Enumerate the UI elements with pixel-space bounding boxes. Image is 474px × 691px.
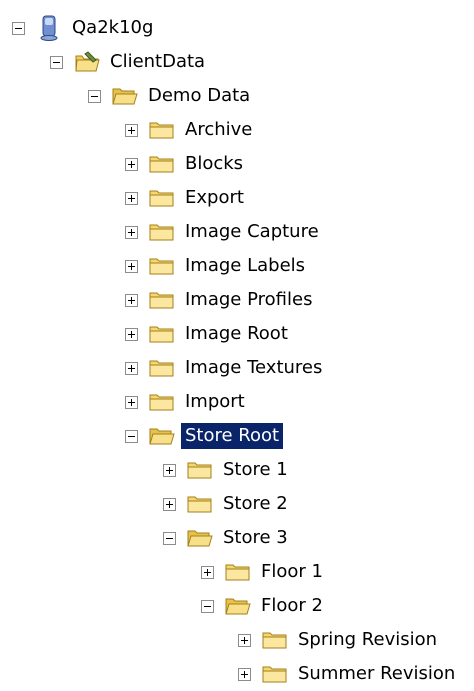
tree-node-label: Store 3 <box>223 527 288 548</box>
tree-node-label: Qa2k10g <box>72 17 154 38</box>
tree-node-archive[interactable]: Archive <box>125 113 256 147</box>
tree-node-image-capture[interactable]: Image Capture <box>125 215 323 249</box>
collapse-toggle-icon[interactable] <box>50 55 63 69</box>
folder-icon <box>149 322 175 346</box>
tree-node-clientdata[interactable]: ClientData <box>50 45 209 79</box>
expand-toggle-icon[interactable] <box>163 497 176 511</box>
tree-node-floor-2[interactable]: Floor 2 <box>201 589 327 623</box>
tree-node-label: ClientData <box>110 51 206 72</box>
folder-icon <box>225 560 251 584</box>
folder-tree: Qa2k10g ClientData Demo Data Archive Blo… <box>0 0 474 688</box>
tree-node-store-root[interactable]: Store Root <box>125 419 284 453</box>
tree-node-store-2[interactable]: Store 2 <box>163 487 292 521</box>
tree-node-summer-revision[interactable]: Summer Revision <box>238 657 459 691</box>
tree-node-label: Image Profiles <box>185 289 313 310</box>
tree-node-label: Image Labels <box>185 255 306 276</box>
tree-node-label: Spring Revision <box>298 629 438 650</box>
collapse-toggle-icon[interactable] <box>12 21 25 35</box>
collapse-toggle-icon[interactable] <box>125 429 138 443</box>
tree-node-label: Store 2 <box>223 493 288 514</box>
tree-node-image-root[interactable]: Image Root <box>125 317 292 351</box>
tree-node-demo-data[interactable]: Demo Data <box>88 79 254 113</box>
collapse-toggle-icon[interactable] <box>88 89 101 103</box>
tree-node-label: Floor 1 <box>261 561 323 582</box>
expand-toggle-icon[interactable] <box>125 123 138 137</box>
tree-node-label: Export <box>185 187 244 208</box>
expand-toggle-icon[interactable] <box>125 293 138 307</box>
tree-node-label: Floor 2 <box>261 595 323 616</box>
tree-node-image-profiles[interactable]: Image Profiles <box>125 283 316 317</box>
tree-node-label: Demo Data <box>148 85 251 106</box>
expand-toggle-icon[interactable] <box>125 225 138 239</box>
folder-icon <box>149 254 175 278</box>
folder-icon <box>187 458 213 482</box>
expand-toggle-icon[interactable] <box>125 259 138 273</box>
expand-toggle-icon[interactable] <box>238 667 251 681</box>
tree-node-image-labels[interactable]: Image Labels <box>125 249 309 283</box>
tree-node-label: Import <box>185 391 245 412</box>
folder-open-icon <box>225 594 251 618</box>
tree-node-label: Image Capture <box>185 221 319 242</box>
folder-icon <box>149 220 175 244</box>
tree-node-label: Blocks <box>185 153 244 174</box>
tree-node-label: Summer Revision <box>298 663 456 684</box>
tree-node-label-selected: Store Root <box>181 423 284 449</box>
tree-node-import[interactable]: Import <box>125 385 249 419</box>
folder-open-icon <box>187 526 213 550</box>
folder-icon <box>149 186 175 210</box>
tree-node-label: Image Textures <box>185 357 323 378</box>
folder-open-icon <box>149 424 175 448</box>
tree-node-floor-1[interactable]: Floor 1 <box>201 555 327 589</box>
expand-toggle-icon[interactable] <box>125 395 138 409</box>
folder-icon <box>149 152 175 176</box>
folder-icon <box>262 662 288 686</box>
server-icon <box>36 15 62 41</box>
tree-node-blocks[interactable]: Blocks <box>125 147 247 181</box>
database-folder-icon <box>74 50 100 74</box>
expand-toggle-icon[interactable] <box>125 157 138 171</box>
collapse-toggle-icon[interactable] <box>163 531 176 545</box>
tree-node-label: Archive <box>185 119 253 140</box>
folder-icon <box>262 628 288 652</box>
collapse-toggle-icon[interactable] <box>201 599 214 613</box>
expand-toggle-icon[interactable] <box>125 361 138 375</box>
tree-node-spring-revision[interactable]: Spring Revision <box>238 623 441 657</box>
tree-node-store-1[interactable]: Store 1 <box>163 453 292 487</box>
folder-icon <box>149 288 175 312</box>
tree-node-export[interactable]: Export <box>125 181 248 215</box>
expand-toggle-icon[interactable] <box>125 191 138 205</box>
expand-toggle-icon[interactable] <box>125 327 138 341</box>
folder-icon <box>149 356 175 380</box>
expand-toggle-icon[interactable] <box>163 463 176 477</box>
tree-node-label: Image Root <box>185 323 288 344</box>
tree-node-store-3[interactable]: Store 3 <box>163 521 292 555</box>
tree-node-label: Store 1 <box>223 459 288 480</box>
expand-toggle-icon[interactable] <box>238 633 251 647</box>
folder-icon <box>187 492 213 516</box>
tree-node-image-textures[interactable]: Image Textures <box>125 351 326 385</box>
expand-toggle-icon[interactable] <box>201 565 214 579</box>
folder-icon <box>149 118 175 142</box>
folder-open-icon <box>112 84 138 108</box>
folder-icon <box>149 390 175 414</box>
tree-node-qa2k10g[interactable]: Qa2k10g <box>12 11 157 45</box>
